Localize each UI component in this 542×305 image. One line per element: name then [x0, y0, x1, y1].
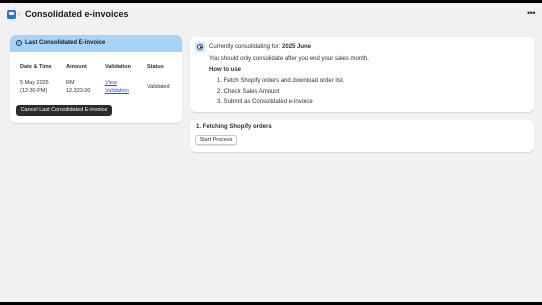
consolidation-note: You should only consolidate after you en…: [209, 56, 369, 62]
app-frame: › Consolidated e-invoices ••• i Last Con…: [0, 3, 542, 302]
view-validation-line2[interactable]: Validation: [105, 87, 129, 95]
column-header-amount: Amount: [66, 64, 87, 70]
last-invoice-header: i Last Consolidated E-invoice: [10, 35, 182, 52]
how-to-step-1: 1. Fetch Shopify orders and download ord…: [217, 78, 345, 84]
last-invoice-title: Last Consolidated E-invoice: [25, 40, 106, 46]
clock-icon: [195, 42, 205, 52]
view-validation-link[interactable]: View Validation: [105, 79, 129, 95]
consolidating-prefix: Currently consolidating for:: [209, 44, 283, 50]
more-actions-button[interactable]: •••: [525, 9, 537, 19]
cell-date: 5 May 2025 (12:30 PM): [20, 79, 49, 95]
cell-amount: RM 12,323.00: [66, 79, 90, 95]
how-to-title: How to use: [209, 67, 242, 73]
status-text: Validated: [147, 84, 170, 90]
app-icon[interactable]: [7, 10, 16, 19]
fetch-orders-title: 1. Fetching Shopify orders: [196, 124, 272, 130]
cancel-last-invoice-button[interactable]: Cancel Last Consolidated E-invoice: [16, 105, 112, 116]
consolidating-period-text: Currently consolidating for: 2025 June: [209, 44, 311, 50]
cell-date-line2: (12:30 PM): [20, 88, 48, 94]
top-bar: › Consolidated e-invoices •••: [0, 3, 542, 27]
column-header-validation: Validation: [105, 64, 131, 70]
cell-amount-line1: RM: [66, 80, 75, 86]
breadcrumb-separator-icon: ›: [18, 11, 21, 18]
start-process-button[interactable]: Start Process: [195, 135, 237, 145]
consolidation-info-card: Currently consolidating for: 2025 June Y…: [190, 37, 534, 112]
view-validation-line1[interactable]: View: [105, 79, 129, 87]
info-icon: i: [16, 40, 22, 46]
cell-date-line1: 5 May 2025: [20, 80, 49, 86]
cell-amount-line2: 12,323.00: [66, 88, 91, 94]
how-to-step-3: 3. Submit as Consolidated e-invoice: [217, 99, 313, 105]
consolidating-period: 2025 June: [282, 44, 312, 50]
fetch-orders-card: 1. Fetching Shopify orders Start Process: [190, 120, 534, 152]
how-to-step-2: 2. Check Sales Amount: [217, 89, 280, 95]
column-header-date-time: Date & Time: [20, 64, 52, 70]
page-title: Consolidated e-invoices: [25, 9, 129, 19]
last-invoice-card: i Last Consolidated E-invoice Date & Tim…: [10, 35, 182, 123]
column-header-status: Status: [147, 64, 164, 70]
